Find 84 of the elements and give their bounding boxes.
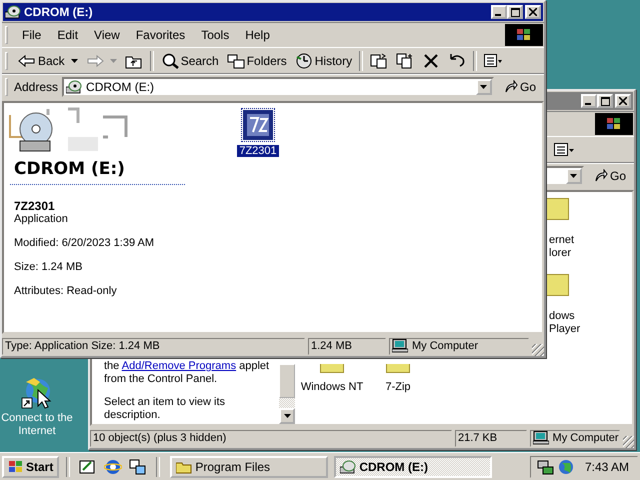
- search-button[interactable]: Search: [156, 52, 223, 68]
- zone-text: My Computer: [412, 340, 478, 352]
- maximize-icon: [510, 8, 520, 16]
- archive-icon[interactable]: [242, 109, 274, 141]
- menu-item[interactable]: Favorites: [128, 28, 194, 42]
- views-icon: [554, 142, 574, 156]
- arrow-icon: [504, 80, 518, 94]
- back-button[interactable]: Back: [14, 52, 82, 68]
- folder-label[interactable]: dows Player: [549, 310, 587, 336]
- computer-icon: [532, 431, 549, 445]
- file-detail: Attributes: Read-only: [14, 285, 117, 297]
- clock-icon: [294, 52, 313, 68]
- delete-icon: [422, 52, 440, 68]
- minimize-button[interactable]: [491, 5, 507, 19]
- taskbar-button[interactable]: CDROM (E:): [334, 456, 492, 478]
- copy-icon: [396, 52, 414, 68]
- status-text: 10 object(s) (plus 3 hidden): [90, 430, 452, 446]
- hint-text: Select an item to view its description.: [104, 396, 226, 422]
- pane-heading: CDROM (E:): [14, 159, 125, 179]
- menu-item[interactable]: Edit: [49, 28, 86, 42]
- file-detail: Modified: 6/20/2023 1:39 AM: [14, 237, 154, 249]
- caret-icon: [570, 174, 578, 178]
- windows-logo: [505, 24, 543, 46]
- status-text: Type: Application Size: 1.24 MB: [2, 338, 305, 354]
- dropdown-button[interactable]: [566, 168, 582, 184]
- scrollbar[interactable]: [279, 364, 295, 424]
- network-icon[interactable]: [537, 458, 555, 474]
- drive-icon: [5, 5, 21, 19]
- resize-grip[interactable]: [532, 344, 544, 356]
- desktop-icon[interactable]: [79, 458, 98, 476]
- start-button[interactable]: Start: [2, 456, 60, 478]
- file-name: 7Z2301: [14, 199, 55, 213]
- caret-icon: [110, 58, 117, 62]
- caret-icon: [70, 58, 78, 62]
- drive-icon: [66, 80, 82, 94]
- resize-grip[interactable]: [622, 436, 634, 448]
- address-label: Address: [14, 80, 58, 94]
- file-detail: Size: 1.24 MB: [14, 261, 82, 273]
- caret-icon: [284, 414, 290, 418]
- history-button[interactable]: History: [290, 52, 356, 68]
- status-text: 21.7 KB: [454, 430, 527, 446]
- folder-label[interactable]: ernet lorer: [549, 234, 587, 260]
- windows-logo: [8, 460, 24, 474]
- file-label[interactable]: 7Z2301: [237, 145, 279, 157]
- globe-icon[interactable]: [20, 376, 54, 410]
- move-icon: [370, 52, 388, 68]
- status-text: 1.24 MB: [308, 338, 386, 354]
- menu-item[interactable]: File: [14, 28, 50, 42]
- menu-item[interactable]: Help: [237, 28, 278, 42]
- go-button[interactable]: Go: [494, 80, 544, 94]
- maximize-icon: [600, 96, 610, 106]
- maximize-button[interactable]: [507, 5, 523, 19]
- taskbar-button[interactable]: Program Files: [170, 456, 328, 478]
- file-type: Application: [14, 213, 68, 225]
- left-arrow-icon: [18, 52, 36, 68]
- folder-icon[interactable]: [545, 198, 569, 220]
- folder-icon[interactable]: [545, 274, 569, 296]
- computer-icon: [392, 339, 408, 353]
- folder-label[interactable]: Windows NT: [300, 381, 364, 394]
- close-icon: [619, 97, 627, 105]
- right-arrow-icon: [86, 52, 104, 68]
- desktop-icon-label[interactable]: Connect to the Internet: [0, 412, 74, 438]
- programs-link[interactable]: Add/Remove Programs: [122, 360, 236, 372]
- clock: 7:43 AM: [584, 460, 629, 474]
- drive-icon: [340, 460, 356, 474]
- browser-icon[interactable]: [104, 458, 122, 476]
- arrow-icon: [594, 169, 608, 183]
- folder-icon: [176, 460, 192, 474]
- go-button[interactable]: Go: [584, 169, 634, 183]
- undo-icon: [448, 52, 466, 68]
- zone-text: My Computer: [552, 432, 619, 444]
- search-icon: [160, 52, 179, 68]
- windows-logo: [595, 113, 633, 135]
- folders-button[interactable]: Folders: [222, 52, 291, 68]
- close-icon: [529, 8, 537, 16]
- folder-label[interactable]: 7-Zip: [385, 381, 411, 394]
- address-field[interactable]: CDROM (E:): [62, 77, 494, 97]
- menu-item[interactable]: View: [86, 28, 128, 42]
- menu-item[interactable]: Tools: [193, 28, 238, 42]
- info-text: the Add/Remove Programs applet from the Control Panel.: [104, 360, 270, 386]
- views-icon: [484, 52, 502, 68]
- window-title: CDROM (E:): [24, 5, 93, 19]
- close-button[interactable]: [525, 5, 541, 19]
- folders-icon: [226, 52, 245, 68]
